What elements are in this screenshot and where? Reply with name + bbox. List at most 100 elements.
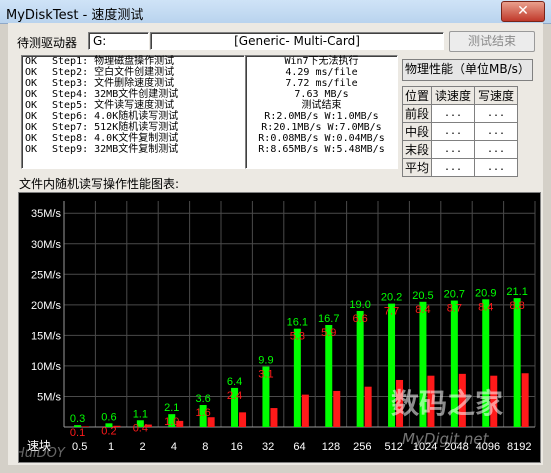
data-label-write: 5.9	[321, 327, 336, 339]
data-label-read: 1.1	[133, 408, 148, 420]
x-tick-label: 4	[171, 441, 177, 453]
bar-write	[333, 390, 341, 427]
step-status: OK	[25, 133, 38, 144]
perf-row-end: 末段......	[401, 140, 519, 159]
data-label-write: 2.4	[227, 390, 242, 402]
finish-test-button[interactable]: 测试结束	[449, 31, 535, 52]
step-status: OK	[25, 100, 38, 111]
perf-read: ...	[431, 140, 476, 159]
drive-name-field[interactable]: [Generic- Multi-Card]	[150, 32, 444, 50]
data-label-write: 7.7	[384, 306, 399, 318]
data-label-write: 0.1	[70, 427, 85, 439]
step-status: OK	[25, 122, 38, 133]
drive-label: 待测驱动器	[17, 36, 78, 50]
x-tick-label: 256	[353, 441, 371, 453]
y-tick-label: 5M/s	[37, 391, 61, 403]
data-label-write: 8.7	[447, 303, 462, 315]
step-text: Step6: 4.0K随机读写测试	[52, 111, 179, 122]
step-row: OK Step9: 32MB文件复制测试	[22, 144, 244, 155]
bar-read	[513, 298, 521, 427]
step-status: OK	[25, 56, 38, 67]
data-label-read: 3.6	[195, 393, 210, 405]
perf-write: ...	[474, 158, 519, 177]
bar-read	[356, 310, 364, 427]
perf-header-read: 读速度	[431, 86, 476, 105]
data-label-read: 20.9	[475, 287, 496, 299]
window-title: MyDiskTest - 速度测试	[6, 8, 144, 23]
step-text: Step8: 4.0K文件复制测试	[52, 133, 179, 144]
step-text: Step9: 32MB文件复制测试	[52, 144, 179, 155]
data-label-write: 5.3	[290, 331, 305, 343]
result-line: R:20.1MB/s W:7.0MB/s	[261, 122, 382, 133]
step-status: OK	[25, 111, 38, 122]
data-label-write: 1.6	[195, 407, 210, 419]
y-tick-label: 25M/s	[31, 269, 61, 281]
perf-pos: 前段	[401, 104, 433, 123]
perf-row-average: 平均......	[401, 158, 519, 177]
chart-title: 文件内随机读写操作性能图表:	[19, 177, 180, 191]
result-line: R:0.08MB/s W:0.04MB/s	[258, 133, 385, 144]
perf-header-row: 位置 读速度 写速度	[401, 86, 519, 105]
x-tick-label: 1	[108, 441, 114, 453]
perf-write: ...	[474, 104, 519, 123]
perf-read: ...	[431, 104, 476, 123]
bar-write	[239, 412, 247, 427]
perf-header-write: 写速度	[474, 86, 519, 105]
step-row: OK Step1: 物理磁盘操作测试	[22, 56, 244, 67]
data-label-read: 2.1	[164, 402, 179, 414]
perf-pos: 末段	[401, 140, 433, 159]
x-tick-label: 512	[385, 441, 403, 453]
perf-title: 物理性能（单位MB/s）	[402, 59, 533, 81]
step-row: OK Step2: 空白文件创建测试	[22, 67, 244, 78]
step-text: Step5: 文件读写速度测试	[52, 100, 175, 111]
perf-pos: 中段	[401, 122, 433, 141]
data-label-write: 0.4	[133, 422, 148, 434]
y-tick-label: 10M/s	[31, 361, 61, 373]
x-tick-label: 2	[139, 441, 145, 453]
steps-list: OK Step1: 物理磁盘操作测试 OK Step2: 空白文件创建测试 OK Step…	[21, 55, 245, 169]
result-line: 7.63 MB/s	[294, 89, 349, 100]
x-tick-label: 16	[231, 441, 243, 453]
x-tick-label: 32	[262, 441, 274, 453]
data-label-write: 8.4	[415, 304, 430, 316]
result-line: 7.72 ms/file	[285, 78, 358, 89]
data-label-write: 0.2	[101, 425, 116, 437]
data-label-read: 9.9	[258, 355, 273, 367]
step-status: OK	[25, 144, 38, 155]
y-tick-label: 35M/s	[31, 208, 61, 220]
bar-read	[325, 324, 333, 427]
client-area: 待测驱动器 G: [Generic- Multi-Card] 测试结束 OK St…	[8, 23, 543, 465]
step-text: Step4: 32MB文件创建测试	[52, 89, 179, 100]
step-status: OK	[25, 78, 38, 89]
data-label-read: 0.6	[101, 411, 116, 423]
step-status: OK	[25, 89, 38, 100]
bar-write	[301, 394, 309, 427]
y-tick-label: 20M/s	[31, 300, 61, 312]
perf-header-pos: 位置	[401, 86, 433, 105]
data-label-write: 3.1	[258, 369, 273, 381]
drive-letter-field[interactable]: G:	[88, 32, 149, 50]
step-text: Step7: 512K随机读写测试	[52, 122, 179, 133]
x-tick-label: 64	[293, 441, 305, 453]
bar-write	[364, 386, 372, 427]
bar-read	[293, 328, 301, 427]
perf-row-front: 前段......	[401, 104, 519, 123]
data-label-read: 16.7	[318, 313, 339, 325]
y-tick-label: 30M/s	[31, 239, 61, 251]
result-line: 测试结束	[301, 100, 342, 111]
close-button[interactable]: ✕	[501, 1, 545, 22]
data-label-write: 8.8	[509, 300, 524, 312]
result-line: 4.29 ms/file	[285, 67, 358, 78]
x-tick-label: 8192	[507, 441, 531, 453]
data-label-read: 16.1	[287, 317, 308, 329]
step-text: Step1: 物理磁盘操作测试	[52, 56, 175, 67]
perf-write: ...	[474, 122, 519, 141]
step-text: Step2: 空白文件创建测试	[52, 67, 175, 78]
data-label-read: 0.3	[70, 413, 85, 425]
data-label-read: 20.5	[412, 290, 433, 302]
x-tick-label: 8	[202, 441, 208, 453]
chart-area: 5M/s 10M/s 15M/s 20M/s 25M/s 30M/s 35M/s 0.3 0.1…	[15, 192, 541, 463]
step-row: OK Step6: 4.0K随机读写测试	[22, 111, 244, 122]
step-status: OK	[25, 67, 38, 78]
results-list: Win7下无法执行 4.29 ms/file 7.72 ms/file 7.63 MB…	[245, 55, 398, 169]
